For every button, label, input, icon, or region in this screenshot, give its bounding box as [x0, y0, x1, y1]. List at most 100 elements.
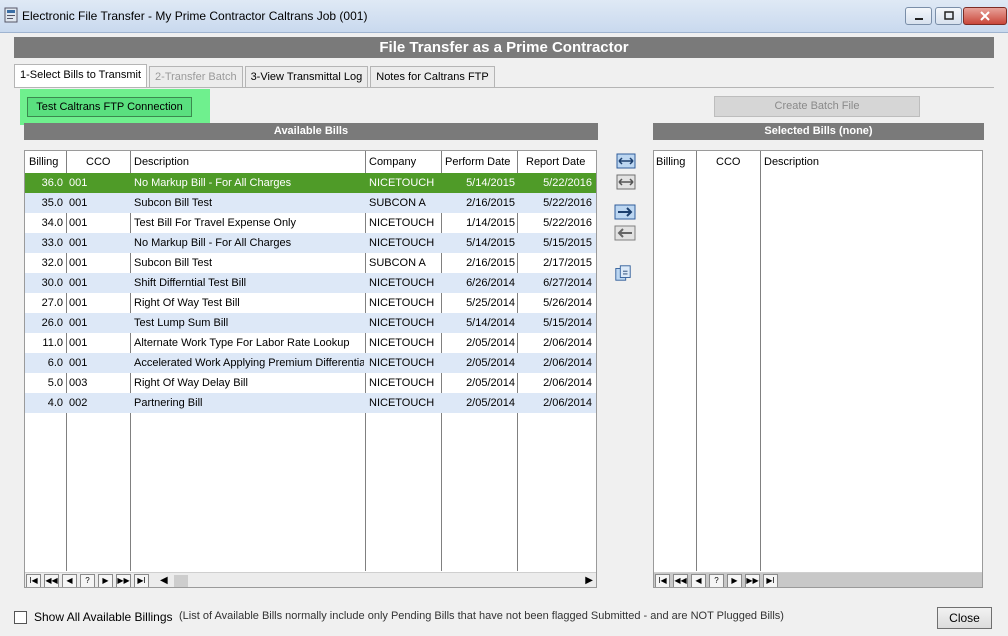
nav-first-button[interactable]: I◀ — [26, 573, 41, 587]
cell-cco: 001 — [69, 177, 88, 189]
nav-prev-button[interactable]: ◀ — [62, 573, 77, 587]
cell-billing: 4.0 — [47, 397, 63, 409]
cell-cco: 001 — [69, 197, 88, 209]
table-row[interactable]: 36.0 001 No Markup Bill - For All Charges N… — [25, 173, 596, 193]
nav-next-button[interactable]: ▶ — [98, 573, 113, 587]
column-divider — [696, 151, 697, 571]
window-title: Electronic File Transfer - My Prime Cont… — [22, 9, 368, 23]
table-row[interactable]: 4.0 002 Partnering Bill NICETOUCH 2/05/2014 2… — [25, 393, 596, 413]
table-row[interactable]: 30.0 001 Shift Differntial Test Bill NICETO… — [25, 273, 596, 293]
sel-nav-prev-page-button[interactable]: ◀◀ — [673, 573, 688, 587]
nav-help-button[interactable]: ? — [80, 573, 95, 587]
cell-billing: 30.0 — [41, 277, 63, 289]
tab-view-transmittal-log[interactable]: 3-View Transmittal Log — [244, 66, 369, 87]
create-batch-file-button: Create Batch File — [714, 96, 920, 117]
column-header-report-date[interactable]: Report Date — [526, 153, 585, 171]
test-ftp-connection-button[interactable]: Test Caltrans FTP Connection — [27, 97, 192, 117]
cell-perform-date: 2/05/2014 — [466, 357, 515, 369]
tab-select-bills[interactable]: 1-Select Bills to Transmit — [14, 64, 148, 87]
show-all-label[interactable]: Show All Available Billings — [34, 610, 173, 624]
scroll-right-arrow[interactable]: ▶ — [585, 575, 593, 586]
table-row[interactable]: 32.0 001 Subcon Bill Test SUBCON A 2/16/2015… — [25, 253, 596, 273]
maximize-button[interactable] — [935, 7, 962, 25]
cell-description: Partnering Bill — [134, 397, 203, 409]
cell-cco: 001 — [69, 297, 88, 309]
page-title: File Transfer as a Prime Contractor — [14, 37, 994, 58]
unselect-all-icon[interactable] — [615, 173, 637, 191]
table-row[interactable]: 33.0 001 No Markup Bill - For All Charges N… — [25, 233, 596, 253]
sel-nav-prev-button[interactable]: ◀ — [691, 573, 706, 587]
cell-cco: 001 — [69, 337, 88, 349]
nav-last-button[interactable]: ▶I — [134, 573, 149, 587]
nav-prev-page-button[interactable]: ◀◀ — [44, 573, 59, 587]
column-header-company[interactable]: Company — [369, 153, 416, 171]
cell-report-date: 6/27/2014 — [543, 277, 592, 289]
cell-perform-date: 1/14/2015 — [466, 217, 515, 229]
selected-column-header-description[interactable]: Description — [764, 153, 819, 171]
table-row[interactable]: 35.0 001 Subcon Bill Test SUBCON A 2/16/2015… — [25, 193, 596, 213]
selected-column-header-billing[interactable]: Billing — [656, 153, 685, 171]
close-icon — [980, 11, 990, 21]
column-header-cco[interactable]: CCO — [86, 153, 110, 171]
cell-report-date: 5/22/2016 — [543, 217, 592, 229]
cell-billing: 26.0 — [41, 317, 63, 329]
sel-nav-next-button[interactable]: ▶ — [727, 573, 742, 587]
table-row[interactable]: 5.0 003 Right Of Way Delay Bill NICETOUCH 2/… — [25, 373, 596, 393]
move-right-icon[interactable] — [614, 203, 636, 221]
cell-perform-date: 2/16/2015 — [466, 197, 515, 209]
cell-description: No Markup Bill - For All Charges — [134, 237, 292, 249]
select-all-icon[interactable] — [615, 152, 637, 170]
scroll-left-arrow[interactable]: ◀ — [160, 575, 168, 586]
horizontal-scroll-thumb[interactable] — [173, 574, 188, 587]
cell-company: NICETOUCH — [369, 237, 435, 249]
maximize-icon — [943, 11, 954, 20]
column-header-description[interactable]: Description — [134, 153, 189, 171]
nav-next-page-button[interactable]: ▶▶ — [116, 573, 131, 587]
cell-description: Shift Differntial Test Bill — [134, 277, 247, 289]
selected-bills-grid[interactable]: Billing CCO Description I◀ ◀◀ ◀ ? ▶ ▶▶ ▶… — [653, 150, 983, 588]
cell-cco: 003 — [69, 377, 88, 389]
cell-report-date: 5/26/2014 — [543, 297, 592, 309]
refresh-icon[interactable] — [612, 264, 634, 282]
cell-description: Right Of Way Delay Bill — [134, 377, 248, 389]
selected-navigator: I◀ ◀◀ ◀ ? ▶ ▶▶ ▶I — [654, 572, 982, 587]
selected-column-header-cco[interactable]: CCO — [716, 153, 740, 171]
cell-company: NICETOUCH — [369, 177, 435, 189]
cell-cco: 001 — [69, 317, 88, 329]
title-bar: Electronic File Transfer - My Prime Cont… — [0, 0, 1008, 33]
sel-nav-first-button[interactable]: I◀ — [655, 573, 670, 587]
app-icon — [4, 7, 18, 23]
column-divider — [760, 151, 761, 571]
minimize-button[interactable] — [905, 7, 932, 25]
cell-billing: 27.0 — [41, 297, 63, 309]
cell-report-date: 2/06/2014 — [543, 377, 592, 389]
cell-company: NICETOUCH — [369, 317, 435, 329]
sel-nav-help-button[interactable]: ? — [709, 573, 724, 587]
cell-company: NICETOUCH — [369, 397, 435, 409]
sel-nav-last-button[interactable]: ▶I — [763, 573, 778, 587]
cell-description: Accelerated Work Applying Premium Differ… — [134, 357, 364, 369]
table-row[interactable]: 6.0 001 Accelerated Work Applying Premium … — [25, 353, 596, 373]
move-left-icon[interactable] — [614, 224, 636, 242]
table-row[interactable]: 26.0 001 Test Lump Sum Bill NICETOUCH 5/14/2… — [25, 313, 596, 333]
column-header-perform-date[interactable]: Perform Date — [445, 153, 510, 171]
cell-report-date: 2/06/2014 — [543, 397, 592, 409]
column-header-billing[interactable]: Billing — [29, 153, 58, 171]
available-bills-grid[interactable]: Billing CCO Description Company Perform … — [24, 150, 597, 588]
table-row[interactable]: 34.0 001 Test Bill For Travel Expense Only… — [25, 213, 596, 233]
cell-perform-date: 2/05/2014 — [466, 337, 515, 349]
show-all-checkbox[interactable] — [14, 611, 27, 624]
cell-description: Subcon Bill Test — [134, 257, 213, 269]
cell-report-date: 5/22/2016 — [543, 177, 592, 189]
sel-nav-next-page-button[interactable]: ▶▶ — [745, 573, 760, 587]
available-navigator: I◀ ◀◀ ◀ ? ▶ ▶▶ ▶I ◀ ▶ — [25, 572, 596, 587]
cell-perform-date: 2/16/2015 — [466, 257, 515, 269]
table-row[interactable]: 11.0 001 Alternate Work Type For Labor Rat… — [25, 333, 596, 353]
cell-description: No Markup Bill - For All Charges — [134, 177, 292, 189]
table-row[interactable]: 27.0 001 Right Of Way Test Bill NICETOUCH 5/… — [25, 293, 596, 313]
window-close-button[interactable] — [963, 7, 1007, 25]
tab-bar: 1-Select Bills to Transmit 2-Transfer Ba… — [14, 64, 497, 88]
cell-billing: 32.0 — [41, 257, 63, 269]
tab-notes-caltrans-ftp[interactable]: Notes for Caltrans FTP — [370, 66, 495, 87]
close-button[interactable]: Close — [937, 607, 992, 629]
